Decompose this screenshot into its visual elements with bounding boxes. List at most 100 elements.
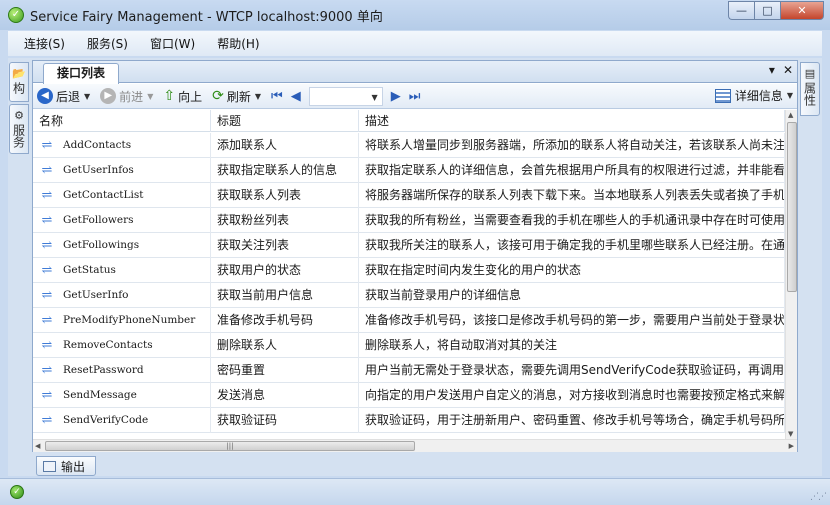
refresh-label: 刷新 <box>226 89 251 104</box>
forward-button[interactable]: ▶ 前进 ▼ <box>100 88 153 105</box>
menu-service[interactable]: 服务(S) <box>79 32 136 55</box>
row-title: 获取当前用户信息 <box>211 282 359 308</box>
details-view-icon <box>714 88 731 103</box>
side-tab-tree[interactable]: 📂 构 <box>9 62 29 102</box>
row-name-cell: ⇌ GetContactList <box>33 182 211 208</box>
forward-label: 前进 <box>119 89 144 104</box>
forward-arrow-icon: ▶ <box>100 88 117 104</box>
interface-icon: ⇌ <box>41 262 53 278</box>
back-button[interactable]: ◀ 后退 ▼ <box>37 88 90 105</box>
refresh-button[interactable]: ⟳ 刷新 ▼ <box>212 88 261 105</box>
title-bar[interactable]: ✓ Service Fairy Management - WTCP localh… <box>0 0 830 30</box>
row-description: 向指定的用户发送用户自定义的消息，对方接收到消息时也需要按预定格式来解 <box>359 382 785 408</box>
horizontal-scroll-thumb[interactable]: ||| <box>45 441 415 451</box>
scroll-right-icon[interactable]: ▶ <box>789 442 794 450</box>
up-label: 向上 <box>178 89 203 104</box>
window-controls: — □ ✕ <box>728 1 824 20</box>
previous-page-icon[interactable]: ◀ <box>291 89 301 104</box>
row-title: 添加联系人 <box>211 132 359 158</box>
row-name-cell: ⇌ GetStatus <box>33 257 211 283</box>
forward-dropdown-icon[interactable]: ▼ <box>147 92 153 101</box>
column-header-name[interactable]: 名称 <box>33 110 211 132</box>
properties-icon: ▤ <box>804 67 816 80</box>
row-title: 准备修改手机号码 <box>211 307 359 333</box>
last-page-icon[interactable]: ⏭ <box>409 89 421 104</box>
detail-view-button[interactable]: 详细信息 ▼ <box>714 87 793 104</box>
interface-icon: ⇌ <box>41 187 53 203</box>
page-selector[interactable]: ▼ <box>308 86 383 106</box>
close-button[interactable]: ✕ <box>780 1 824 20</box>
row-name-cell: ⇌ AddContacts <box>33 132 211 158</box>
maximize-button[interactable]: □ <box>754 1 780 20</box>
output-tab[interactable]: 输出 <box>36 456 96 476</box>
table-row[interactable]: ⇌ SendMessage 发送消息 向指定的用户发送用户自定义的消息，对方接收到消息… <box>33 382 785 408</box>
detail-dropdown-icon[interactable]: ▼ <box>787 91 793 100</box>
table-row[interactable]: ⇌ GetUserInfo 获取当前用户信息 获取当前登录用户的详细信息 <box>33 282 785 308</box>
table-row[interactable]: ⇌ GetContactList 获取联系人列表 将服务器端所保存的联系人列表下载下来… <box>33 182 785 208</box>
row-description: 获取我的所有粉丝，当需要查看我的手机在哪些人的手机通讯录中存在时可使用 <box>359 207 785 233</box>
resize-grip-icon[interactable]: ⋰⋰ <box>810 492 827 502</box>
scroll-down-icon[interactable]: ▼ <box>788 430 793 438</box>
interface-list-panel: 接口列表 ▾ ✕ ◀ 后退 ▼ ▶ 前进 ▼ ⇧ 向上 ⟳ 刷新 ▼ ⏮ ◀ ▼… <box>32 60 798 452</box>
table-row[interactable]: ⇌ GetStatus 获取用户的状态 获取在指定时间内发生变化的用户的状态 <box>33 257 785 283</box>
row-name-cell: ⇌ GetUserInfo <box>33 282 211 308</box>
tab-close-icon[interactable]: ✕ <box>783 63 793 77</box>
scroll-left-icon[interactable]: ◀ <box>35 442 40 450</box>
row-description: 用户当前无需处于登录状态，需要先调用SendVerifyCode获取验证码，再调… <box>359 357 785 383</box>
minimize-button[interactable]: — <box>728 1 754 20</box>
scroll-up-icon[interactable]: ▲ <box>788 111 793 119</box>
row-name: PreModifyPhoneNumber <box>63 313 196 326</box>
interface-icon: ⇌ <box>41 287 53 303</box>
row-title: 获取粉丝列表 <box>211 207 359 233</box>
menu-connect[interactable]: 连接(S) <box>16 32 73 55</box>
side-tab-service[interactable]: ⚙ 服务 <box>9 104 29 154</box>
menu-window[interactable]: 窗口(W) <box>142 32 203 55</box>
vertical-scroll-thumb[interactable] <box>787 122 797 292</box>
up-button[interactable]: ⇧ 向上 <box>163 88 202 105</box>
right-side-tabs: ▤ 属性 <box>800 58 822 476</box>
horizontal-scrollbar[interactable]: ◀ ||| ▶ <box>33 439 797 452</box>
tab-interface-list[interactable]: 接口列表 <box>43 63 119 84</box>
tab-dropdown-icon[interactable]: ▾ <box>769 63 775 77</box>
refresh-dropdown-icon[interactable]: ▼ <box>255 92 261 101</box>
interface-icon: ⇌ <box>41 312 53 328</box>
list-header: 名称 标题 描述 <box>33 110 785 132</box>
next-page-icon[interactable]: ▶ <box>391 89 401 104</box>
first-page-icon[interactable]: ⏮ <box>271 89 283 104</box>
window-title: Service Fairy Management - WTCP localhos… <box>30 9 383 25</box>
vertical-scrollbar[interactable]: ▲ ▼ <box>785 110 797 439</box>
row-name-cell: ⇌ GetFollowers <box>33 207 211 233</box>
table-row[interactable]: ⇌ PreModifyPhoneNumber 准备修改手机号码 准备修改手机号码，该接… <box>33 307 785 333</box>
interface-icon: ⇌ <box>41 237 53 253</box>
table-row[interactable]: ⇌ RemoveContacts 删除联系人 删除联系人，将自动取消对其的关注 <box>33 332 785 358</box>
row-name: ResetPassword <box>63 363 144 376</box>
tree-icon: 📂 <box>12 67 26 80</box>
table-row[interactable]: ⇌ GetUserInfos 获取指定联系人的信息 获取指定联系人的详细信息，会首先根… <box>33 157 785 183</box>
row-name-cell: ⇌ RemoveContacts <box>33 332 211 358</box>
menu-help[interactable]: 帮助(H) <box>209 32 267 55</box>
column-header-title[interactable]: 标题 <box>211 110 359 132</box>
back-dropdown-icon[interactable]: ▼ <box>84 92 90 101</box>
left-side-tabs: 📂 构 ⚙ 服务 <box>8 58 30 476</box>
table-row[interactable]: ⇌ ResetPassword 密码重置 用户当前无需处于登录状态，需要先调用Send… <box>33 357 785 383</box>
row-title: 获取验证码 <box>211 407 359 433</box>
interface-icon: ⇌ <box>41 362 53 378</box>
row-name-cell: ⇌ PreModifyPhoneNumber <box>33 307 211 333</box>
interface-icon: ⇌ <box>41 337 53 353</box>
interface-icon: ⇌ <box>41 412 53 428</box>
menu-bar: 连接(S) 服务(S) 窗口(W) 帮助(H) <box>8 31 822 56</box>
interface-list: 名称 标题 描述 ⇌ AddContacts 添加联系人 将联系人增量同步到服务器端，… <box>33 110 797 452</box>
table-row[interactable]: ⇌ GetFollowers 获取粉丝列表 获取我的所有粉丝，当需要查看我的手机在哪些… <box>33 207 785 233</box>
row-name: GetUserInfo <box>63 288 129 301</box>
table-row[interactable]: ⇌ AddContacts 添加联系人 将联系人增量同步到服务器端，所添加的联系人将自… <box>33 132 785 158</box>
side-tab-service-label: 服务 <box>11 124 26 148</box>
table-row[interactable]: ⇌ GetFollowings 获取关注列表 获取我所关注的联系人，该接可用于确定我的… <box>33 232 785 258</box>
row-name: RemoveContacts <box>63 338 153 351</box>
row-name-cell: ⇌ GetFollowings <box>33 232 211 258</box>
output-icon <box>43 460 56 472</box>
table-row[interactable]: ⇌ SendVerifyCode 获取验证码 获取验证码，用于注册新用户、密码重置、修… <box>33 407 785 433</box>
document-tabstrip: 接口列表 ▾ ✕ <box>33 61 797 84</box>
side-tab-properties[interactable]: ▤ 属性 <box>800 62 820 116</box>
tab-controls: ▾ ✕ <box>769 63 793 77</box>
column-header-description[interactable]: 描述 <box>359 110 785 132</box>
